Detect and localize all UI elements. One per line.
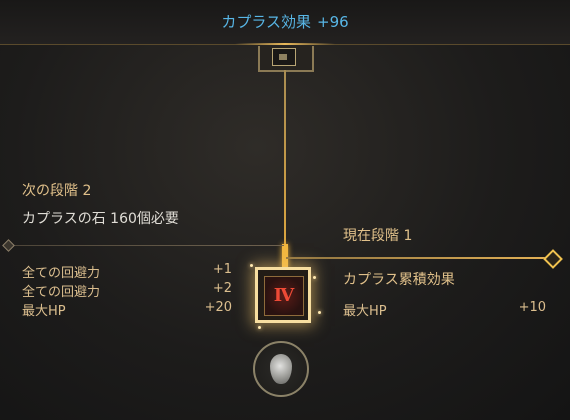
top-node-dot: [279, 54, 287, 60]
next-stage-label: 次の段階 2: [22, 183, 92, 199]
stage-roman-numeral: Ⅳ: [273, 285, 295, 306]
caphras-stone-image: [270, 354, 292, 384]
cumulative-effect-title: カプラス累積効果: [343, 272, 455, 288]
next-stat-row: 全ての回避力 +2: [22, 281, 232, 300]
sparkle: [250, 264, 253, 267]
left-diamond-marker-icon: [2, 239, 15, 252]
current-stage-label: 現在段階 1: [343, 228, 413, 244]
sparkle: [318, 311, 321, 314]
current-stage-line: [286, 257, 551, 259]
next-stage-requirement: カプラスの石 160個必要: [22, 211, 179, 227]
stat-value: +1: [212, 262, 232, 277]
top-node-icon[interactable]: [258, 46, 314, 72]
sparkle: [258, 326, 261, 329]
caphras-stone-icon[interactable]: [253, 341, 309, 397]
sparkle: [313, 276, 316, 279]
stat-name: 最大HP: [22, 304, 66, 319]
current-stat-row: 最大HP +10: [343, 300, 546, 319]
next-stat-row: 最大HP +20: [22, 300, 232, 319]
top-node-inner: [272, 48, 296, 66]
stat-name: 全ての回避力: [22, 285, 101, 300]
effect-header: カプラス効果 +96: [0, 0, 570, 45]
stat-name: 最大HP: [343, 304, 387, 319]
right-diamond-marker-icon: [543, 249, 563, 269]
stat-name: 全ての回避力: [22, 266, 101, 281]
next-stat-row: 全ての回避力 +1: [22, 262, 232, 281]
stat-value: +20: [204, 300, 232, 315]
stat-value: +10: [518, 300, 546, 315]
stat-value: +2: [212, 281, 232, 296]
header-bonus: +96: [317, 13, 349, 31]
header-title: カプラス効果: [221, 13, 312, 31]
next-stage-line: [8, 245, 284, 246]
stage-node-inner: Ⅳ: [264, 276, 304, 316]
header-glow: [235, 43, 335, 45]
progress-vertical-highlight: [282, 244, 288, 268]
progress-vertical-line: [284, 70, 286, 270]
stage-node-icon[interactable]: Ⅳ: [255, 267, 311, 323]
